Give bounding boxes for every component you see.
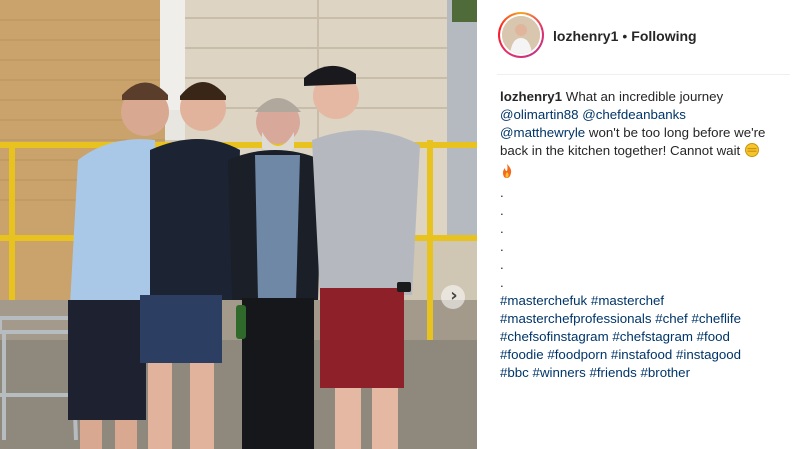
hashtag-link[interactable]: #friends [589,365,636,380]
mention-link[interactable]: @chefdeanbanks [582,107,686,122]
hashtag-link[interactable]: #food [697,329,730,344]
caption-dot: . [500,185,504,200]
hashtag-line: #masterchefprofessionals #chef #cheflife [500,310,790,328]
fire-emoji-icon [500,163,514,184]
hashtag-link[interactable]: #chefstagram [612,329,693,344]
avatar-image [502,16,540,54]
hashtag-line: #bbc #winners #friends #brother [500,364,790,382]
carousel-next-button[interactable]: › [441,285,465,309]
header-separator: • [622,28,628,44]
caption-text: won't be too long before we're [585,125,766,140]
caption-text: back in the kitchen together! Cannot wai… [500,143,741,158]
caption-dot: . [500,221,504,236]
caption-line: @olimartin88 @chefdeanbanks [500,106,790,124]
hashtag-link[interactable]: #brother [640,365,690,380]
hashtag-line: #foodie #foodporn #instafood #instagood [500,346,790,364]
caption-username[interactable]: lozhenry1 [500,89,562,104]
hashtag-line: #masterchefuk #masterchef [500,292,790,310]
mention-link[interactable]: @matthewryle [500,125,585,140]
hashtag-link[interactable]: #winners [533,365,586,380]
caption-text: What an incredible journey [562,89,724,104]
hashtag-link[interactable]: #chef [655,311,688,326]
following-button[interactable]: Following [631,28,696,44]
caption-line [500,163,790,184]
hashtag-link[interactable]: #cheflife [691,311,741,326]
hashtag-link[interactable]: #chefsofinstagram [500,329,609,344]
hashtag-link[interactable]: #bbc [500,365,529,380]
mention-link[interactable]: @olimartin88 [500,107,579,122]
caption-dot: . [500,203,504,218]
header-divider [497,74,790,75]
hashtag-link[interactable]: #instagood [676,347,741,362]
hashtag-link[interactable]: #masterchefprofessionals [500,311,652,326]
fist-bump-emoji-icon [744,142,760,163]
post-photo[interactable]: › [0,0,477,449]
hashtag-link[interactable]: #foodie [500,347,544,362]
post-author-username[interactable]: lozhenry1 [553,28,618,44]
caption-dot: . [500,257,504,272]
caption-dot: . [500,275,504,290]
hashtag-line: #chefsofinstagram #chefstagram #food [500,328,790,346]
hashtag-link[interactable]: #instafood [611,347,672,362]
caption-line: @matthewryle won't be too long before we… [500,124,790,142]
caption-line: lozhenry1 What an incredible journey [500,88,790,106]
post-side-panel: lozhenry1 • Following lozhenry1 What an in… [477,0,810,449]
group-photo-image [0,0,477,449]
story-ring[interactable] [498,12,544,58]
hashtag-link[interactable]: #foodporn [547,347,607,362]
avatar[interactable] [502,16,540,54]
post-header: lozhenry1 • Following [477,0,810,74]
post-caption: lozhenry1 What an incredible journey @ol… [500,88,790,382]
chevron-right-icon: › [450,285,458,306]
hashtag-link[interactable]: #masterchef [591,293,664,308]
hashtag-link[interactable]: #masterchefuk [500,293,587,308]
caption-dot: . [500,239,504,254]
caption-line: back in the kitchen together! Cannot wai… [500,142,790,163]
